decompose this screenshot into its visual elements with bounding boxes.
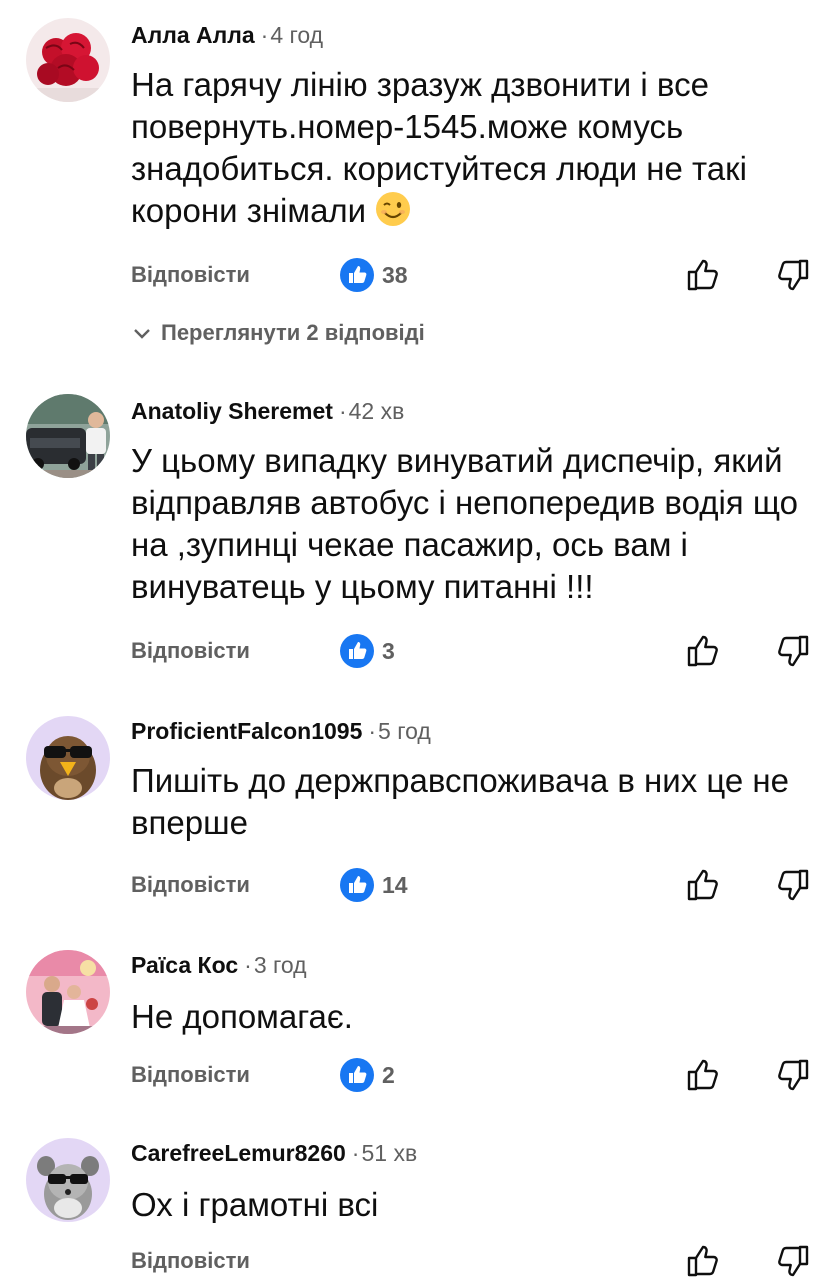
- thumb-down-outline-icon[interactable]: [775, 256, 813, 294]
- separator-dot: ·: [368, 718, 377, 744]
- thumb-down-outline-icon[interactable]: [775, 1242, 813, 1280]
- thumbs-up-badge-icon: [340, 634, 374, 668]
- avatar[interactable]: [26, 1138, 110, 1222]
- comment-meta: Раїса Кос ·3 год: [131, 952, 307, 979]
- comment-time[interactable]: 3 год: [254, 952, 307, 978]
- thumb-down-outline-icon[interactable]: [775, 632, 813, 670]
- thumb-up-outline-icon[interactable]: [683, 1242, 721, 1280]
- reply-button[interactable]: Відповісти: [131, 638, 250, 664]
- comment-text: На гарячу лінію зразуж дзвонити і все по…: [131, 64, 821, 232]
- comment-body: На гарячу лінію зразуж дзвонити і все по…: [131, 66, 747, 229]
- comment-time[interactable]: 42 хв: [349, 398, 405, 424]
- comment-author[interactable]: Раїса Кос: [131, 952, 238, 978]
- reply-button[interactable]: Відповісти: [131, 1062, 250, 1088]
- reply-button[interactable]: Відповісти: [131, 262, 250, 288]
- thumb-up-outline-icon[interactable]: [683, 632, 721, 670]
- avatar[interactable]: [26, 18, 110, 102]
- avatar[interactable]: [26, 950, 110, 1034]
- comment-meta: Алла Алла ·4 год: [131, 22, 323, 49]
- comment-time[interactable]: 51 хв: [361, 1140, 417, 1166]
- comment-meta: ProficientFalcon1095·5 год: [131, 718, 431, 745]
- comment-time[interactable]: 5 год: [378, 718, 431, 744]
- comment-text: Не допомагає.: [131, 998, 353, 1035]
- comment-text: Ох і грамотні всі: [131, 1186, 379, 1223]
- view-replies-button[interactable]: Переглянути 2 відповіді: [131, 320, 425, 352]
- separator-dot: ·: [338, 398, 347, 424]
- separator-dot: ·: [260, 22, 269, 48]
- thumb-down-outline-icon[interactable]: [775, 866, 813, 904]
- comment-meta: CarefreeLemur8260·51 хв: [131, 1140, 417, 1167]
- comment-text: Пишіть до держправспоживача в них це не …: [131, 762, 790, 841]
- comment-text: У цьому випадку винуватий диспечір, який…: [131, 442, 798, 605]
- view-replies-label: Переглянути 2 відповіді: [161, 320, 425, 345]
- thumb-down-outline-icon[interactable]: [775, 1056, 813, 1094]
- reply-button[interactable]: Відповісти: [131, 1248, 250, 1274]
- chevron-down-icon: [134, 329, 150, 339]
- comment-author[interactable]: Алла Алла: [131, 22, 255, 48]
- comment-time[interactable]: 4 год: [270, 22, 323, 48]
- separator-dot: ·: [244, 952, 252, 978]
- comment-actions: Відповісти 3: [0, 632, 840, 672]
- thumbs-up-badge-icon: [340, 1058, 374, 1092]
- reply-button[interactable]: Відповісти: [131, 872, 250, 898]
- thumb-up-outline-icon[interactable]: [683, 1056, 721, 1094]
- thumbs-up-badge-icon: [340, 258, 374, 292]
- comment-actions: Відповісти 38: [0, 256, 840, 296]
- avatar[interactable]: [26, 394, 110, 478]
- thumbs-up-badge-icon: [340, 868, 374, 902]
- like-count: 14: [382, 872, 408, 898]
- like-count: 3: [382, 638, 395, 664]
- comment-actions: Відповісти 2: [0, 1056, 840, 1096]
- comment-author[interactable]: ProficientFalcon1095: [131, 718, 362, 744]
- thumb-up-outline-icon[interactable]: [683, 256, 721, 294]
- winking-face-emoji: [376, 192, 411, 226]
- avatar[interactable]: [26, 716, 110, 800]
- like-count: 2: [382, 1062, 395, 1088]
- comment-actions: Відповісти 14: [0, 866, 840, 906]
- comment-actions: Відповісти: [0, 1242, 840, 1282]
- like-count: 38: [382, 262, 408, 288]
- comment-author[interactable]: CarefreeLemur8260: [131, 1140, 346, 1166]
- comment-meta: Anatoliy Sheremet ·42 хв: [131, 398, 404, 425]
- separator-dot: ·: [351, 1140, 360, 1166]
- thumb-up-outline-icon[interactable]: [683, 866, 721, 904]
- comment-author[interactable]: Anatoliy Sheremet: [131, 398, 333, 424]
